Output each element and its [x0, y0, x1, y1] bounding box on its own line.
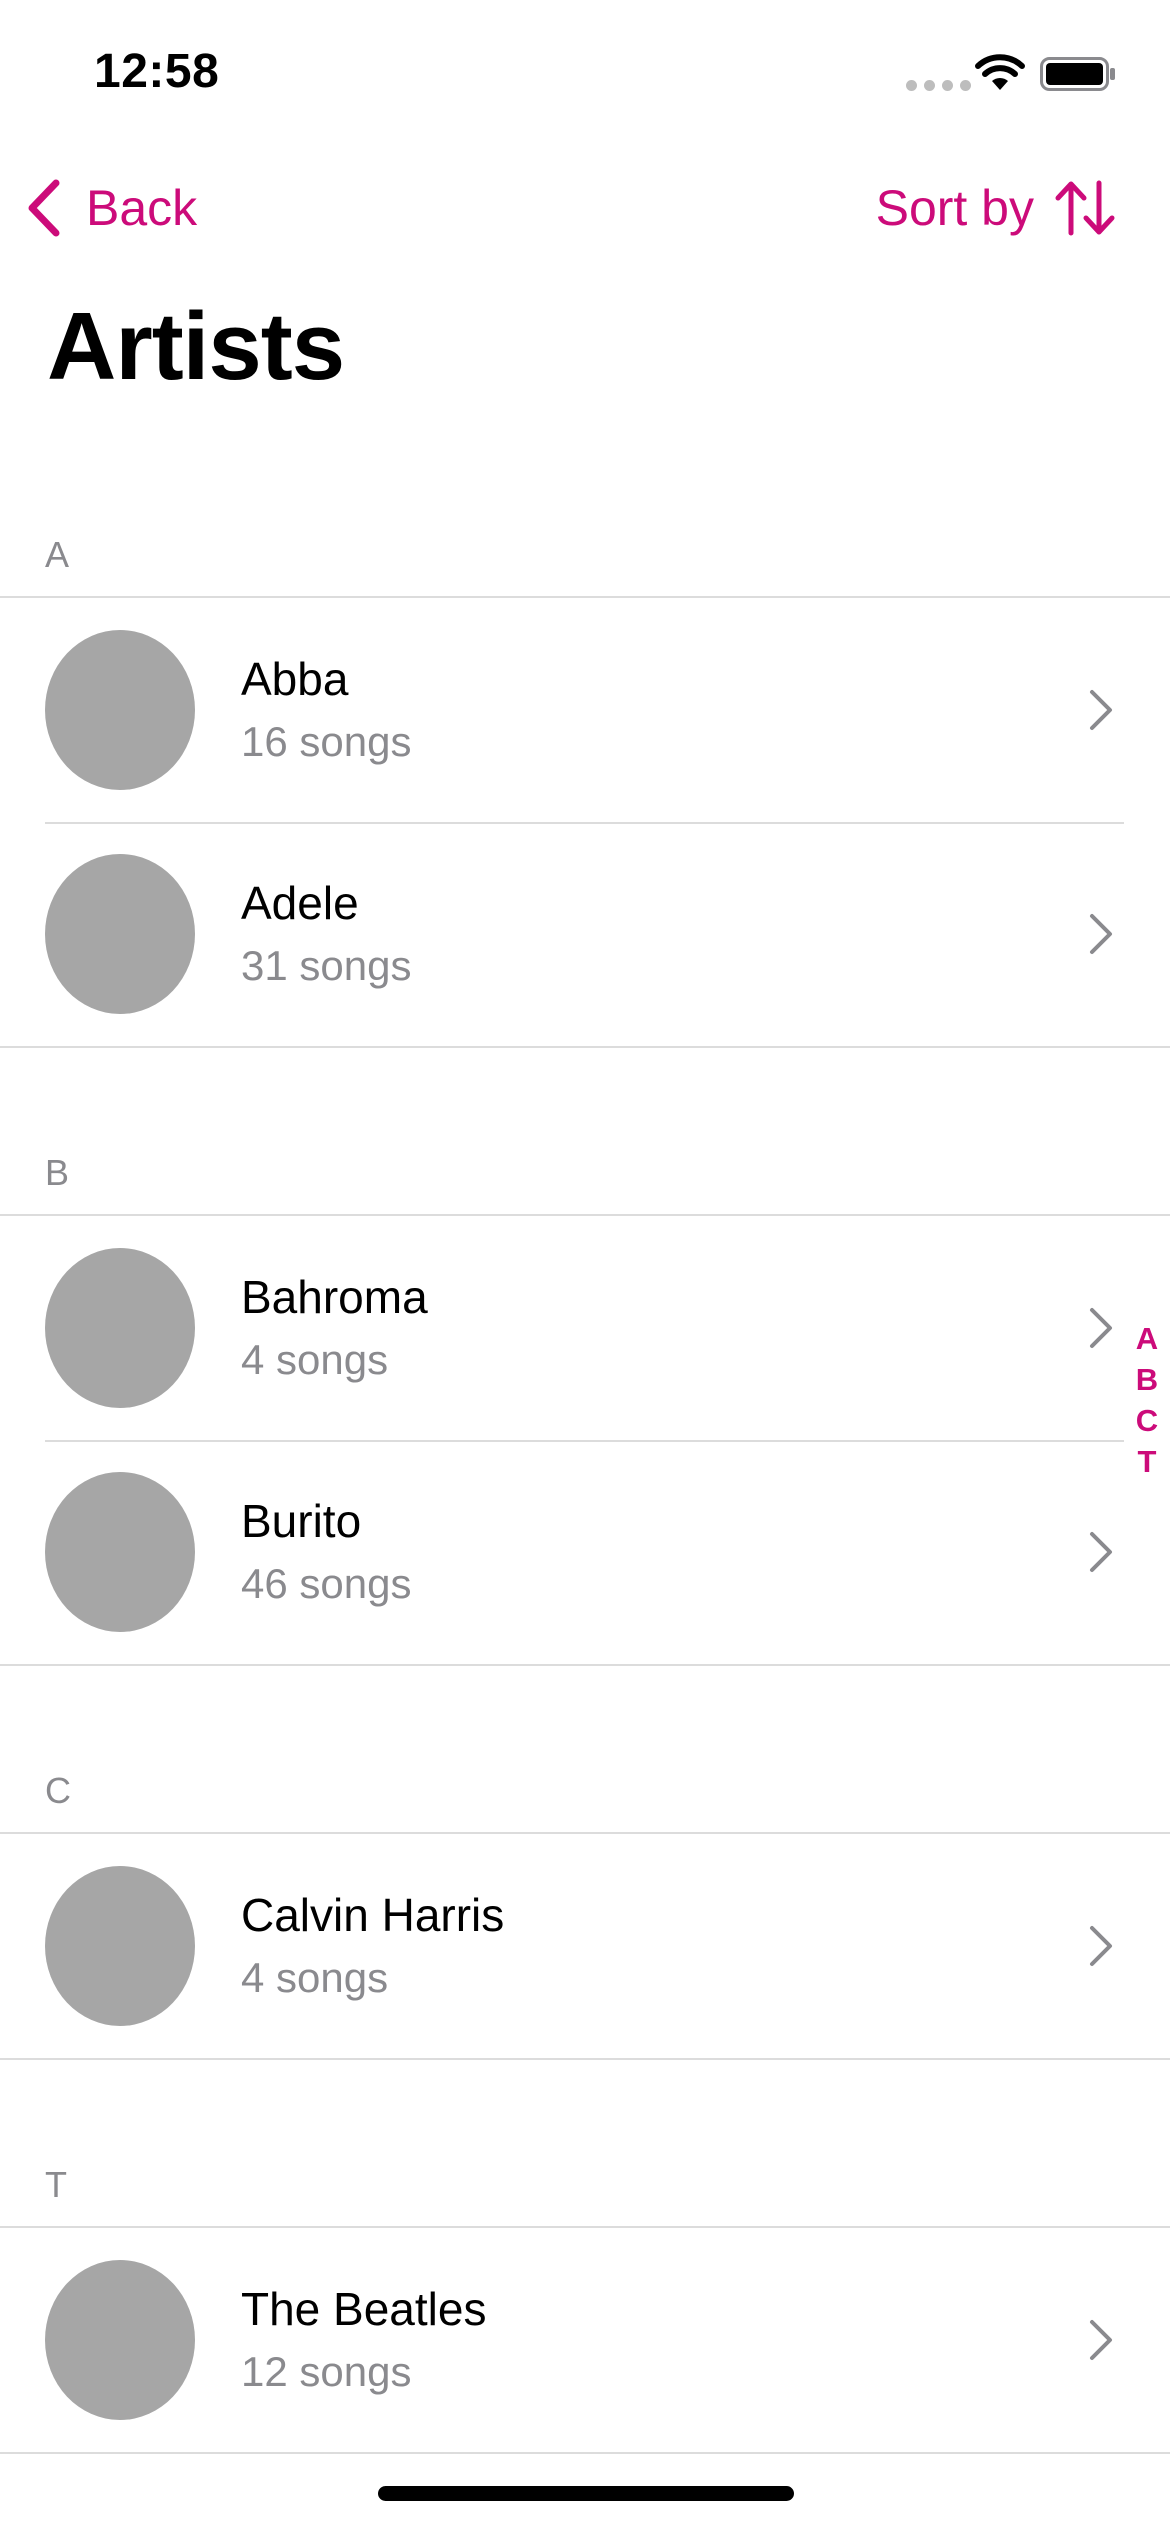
section-rows: Abba 16 songs Adele 31 songs	[0, 596, 1170, 1048]
song-count: 12 songs	[241, 2348, 412, 2395]
status-time: 12:58	[94, 45, 220, 98]
artist-avatar	[45, 1248, 195, 1408]
chevron-right-icon	[1090, 1532, 1112, 1572]
section-header: T	[0, 2150, 1170, 2226]
chevron-right-icon	[1090, 2320, 1112, 2360]
alphabet-index[interactable]: ABCT	[1130, 1318, 1164, 1482]
artist-row[interactable]: Bahroma 4 songs	[0, 1216, 1170, 1440]
artist-avatar	[45, 854, 195, 1014]
artist-name: Bahroma	[241, 1271, 428, 1323]
chevron-right-icon	[1090, 1308, 1112, 1348]
song-count: 16 songs	[241, 718, 412, 765]
section-header: B	[0, 1138, 1170, 1214]
song-count: 4 songs	[241, 1336, 389, 1383]
artist-row[interactable]: Abba 16 songs	[0, 598, 1170, 822]
artist-name: Adele	[241, 877, 359, 929]
artist-name: The Beatles	[241, 2283, 487, 2335]
artist-name: Abba	[241, 653, 349, 705]
sort-arrows-icon	[1055, 180, 1115, 236]
index-letter[interactable]: B	[1136, 1359, 1158, 1400]
section-letter: A	[45, 534, 70, 575]
page-title: Artists	[47, 293, 345, 400]
cellular-signal-icon	[906, 80, 971, 91]
back-label: Back	[86, 180, 198, 236]
artist-avatar	[45, 2260, 195, 2420]
artist-avatar	[45, 630, 195, 790]
artist-row[interactable]: Burito 46 songs	[0, 1440, 1170, 1664]
chevron-right-icon	[1090, 1926, 1112, 1966]
artist-name: Burito	[241, 1495, 362, 1547]
index-letter[interactable]: C	[1136, 1400, 1158, 1441]
section-header: C	[0, 1756, 1170, 1832]
song-count: 4 songs	[241, 1954, 389, 2001]
song-count: 46 songs	[241, 1560, 412, 1607]
navigation-bar: Back Sort by	[0, 160, 1170, 260]
song-count: 31 songs	[241, 942, 412, 989]
section-header: A	[0, 520, 1170, 596]
status-bar: 12:58	[0, 0, 1170, 150]
artist-name: Calvin Harris	[241, 1889, 505, 1941]
artist-avatar	[45, 1472, 195, 1632]
back-button[interactable]: Back	[26, 176, 197, 240]
section-letter: B	[45, 1152, 70, 1193]
sort-by-button[interactable]: Sort by	[876, 176, 1116, 240]
index-letter[interactable]: T	[1138, 1441, 1157, 1482]
artist-list: A Abba 16 songs Adele 31 songs B Bahroma 4 song…	[0, 520, 1170, 2454]
artist-avatar	[45, 1866, 195, 2026]
index-letter[interactable]: A	[1136, 1318, 1158, 1359]
chevron-right-icon	[1090, 914, 1112, 954]
section-rows: The Beatles 12 songs	[0, 2226, 1170, 2454]
chevron-right-icon	[1090, 690, 1112, 730]
artist-row[interactable]: Adele 31 songs	[0, 822, 1170, 1046]
section-rows: Calvin Harris 4 songs	[0, 1832, 1170, 2060]
home-indicator[interactable]	[378, 2486, 794, 2501]
artist-row[interactable]: Calvin Harris 4 songs	[0, 1834, 1170, 2058]
artist-row[interactable]: The Beatles 12 songs	[0, 2228, 1170, 2452]
section-letter: T	[45, 2164, 67, 2205]
battery-icon	[1040, 57, 1115, 91]
chevron-left-icon	[28, 179, 60, 237]
section-rows: Bahroma 4 songs Burito 46 songs	[0, 1214, 1170, 1666]
wifi-icon	[975, 54, 1025, 90]
section-letter: C	[45, 1770, 71, 1811]
sort-label: Sort by	[875, 180, 1034, 236]
